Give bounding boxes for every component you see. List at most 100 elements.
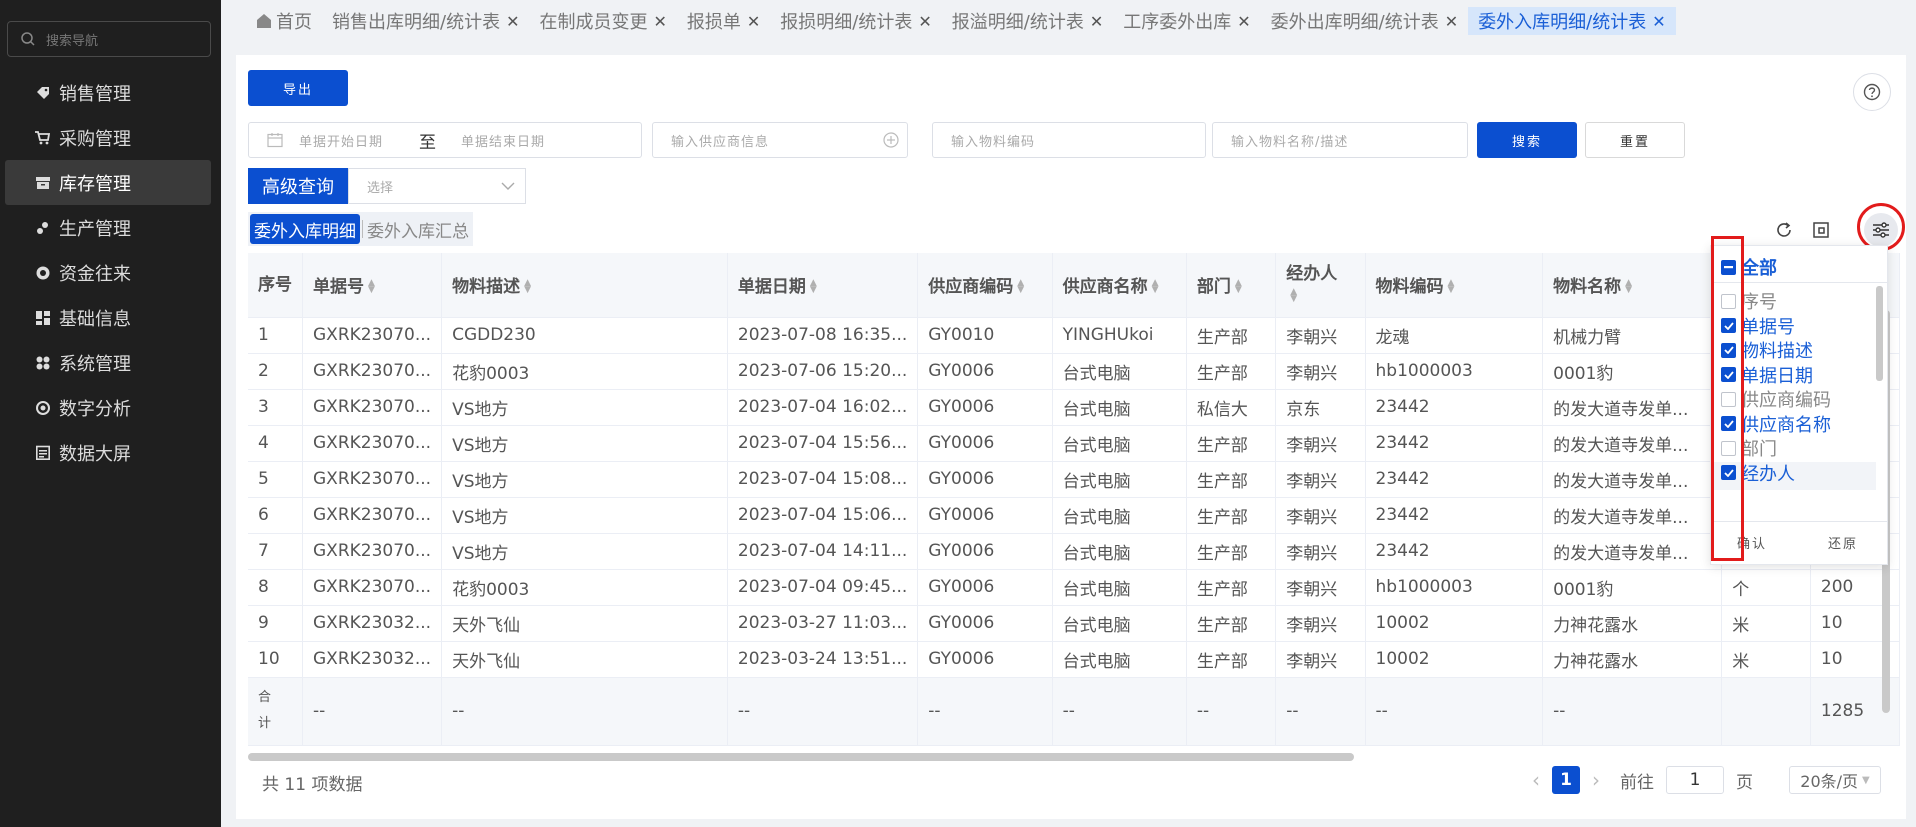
sort-icon[interactable]: ▲ ▼: [1152, 279, 1159, 295]
advanced-query-select[interactable]: 选择: [348, 168, 526, 204]
col-header-handler[interactable]: 经办人 ▲ ▼: [1275, 253, 1366, 318]
col-header-department[interactable]: 部门 ▲ ▼: [1186, 253, 1277, 318]
prev-page-icon[interactable]: ‹: [1532, 768, 1540, 792]
table-cell: GY0006: [917, 353, 1053, 390]
sort-icon[interactable]: ▲ ▼: [1448, 279, 1455, 295]
highlight-rectangle: [1711, 236, 1744, 561]
table-row[interactable]: 10 GXRK23032... 天外飞仙 2023-03-24 13:51... GY0…: [248, 641, 1900, 678]
sidebar-item-analytics[interactable]: 数字分析: [5, 385, 211, 430]
sidebar-item-basic-info[interactable]: 基础信息: [5, 295, 211, 340]
tab-outsource-outbound[interactable]: 委外出库明细/统计表 ✕: [1261, 7, 1468, 35]
col-header-material-name[interactable]: 物料名称 ▲ ▼: [1542, 253, 1723, 318]
table-header: 序号 单据号 ▲ ▼ 物料描述 ▲ ▼ 单据日期 ▲ ▼ 供应商编码 ▲ ▼ 供应商名称 ▲ ▼ 部…: [248, 253, 1900, 318]
table-cell: 23442: [1365, 533, 1544, 570]
export-button[interactable]: 导出: [248, 70, 348, 106]
table-row[interactable]: 7 GXRK23070... VS地方 2023-07-04 14:11... GY00…: [248, 533, 1900, 570]
table-row[interactable]: 1 GXRK23070... CGDD230 2023-07-08 16:35... G…: [248, 317, 1900, 354]
sort-icon[interactable]: ▲ ▼: [524, 279, 531, 295]
tab-overflow-detail[interactable]: 报溢明细/统计表 ✕: [942, 7, 1113, 35]
column-picker-label: 供应商名称: [1741, 414, 1831, 436]
page-number-1[interactable]: 1: [1552, 766, 1580, 794]
tab-label: 委外出库明细/统计表: [1270, 12, 1439, 33]
table-row[interactable]: 4 GXRK23070... VS地方 2023-07-04 15:56... GY00…: [248, 425, 1900, 462]
tab-outsource-inbound[interactable]: 委外入库明细/统计表 ✕: [1468, 7, 1676, 35]
sort-icon[interactable]: ▲ ▼: [810, 279, 817, 295]
tab-label: 报溢明细/统计表: [951, 12, 1084, 33]
close-icon[interactable]: ✕: [918, 12, 931, 31]
table-cell: GXRK23070...: [302, 461, 443, 498]
nav-search-input[interactable]: 搜索导航: [7, 21, 211, 57]
tab-damage-report[interactable]: 报损单 ✕: [677, 7, 770, 35]
sidebar-item-dashboard[interactable]: 数据大屏: [5, 430, 211, 475]
sidebar-item-production[interactable]: 生产管理: [5, 205, 211, 250]
cart-icon: [35, 130, 50, 145]
tab-wip-member-change[interactable]: 在制成员变更 ✕: [529, 7, 676, 35]
sidebar-item-inventory[interactable]: 库存管理: [5, 160, 211, 205]
table-row[interactable]: 3 GXRK23070... VS地方 2023-07-04 16:02... GY00…: [248, 389, 1900, 426]
fullscreen-button[interactable]: [1804, 213, 1838, 247]
col-header-supplier-name[interactable]: 供应商名称 ▲ ▼: [1052, 253, 1187, 318]
sort-icon[interactable]: ▲ ▼: [368, 279, 375, 295]
table-row[interactable]: 6 GXRK23070... VS地方 2023-07-04 15:06... GY00…: [248, 497, 1900, 534]
view-switch: 委外入库明细 委外入库汇总: [248, 212, 473, 246]
sort-icon[interactable]: ▲ ▼: [1625, 279, 1632, 295]
close-icon[interactable]: ✕: [506, 12, 519, 31]
sidebar-item-system[interactable]: 系统管理: [5, 340, 211, 385]
col-header-seq[interactable]: 序号: [248, 253, 303, 318]
help-button[interactable]: [1853, 73, 1891, 111]
sidebar-item-label: 生产管理: [59, 218, 131, 240]
table-cell: 9: [248, 605, 303, 642]
col-header-material-code[interactable]: 物料编码 ▲ ▼: [1365, 253, 1544, 318]
goto-page-input[interactable]: 1: [1666, 766, 1724, 794]
tab-outsource-inbound-summary[interactable]: 委外入库汇总: [363, 214, 473, 244]
next-page-icon[interactable]: ›: [1592, 768, 1600, 792]
search-button[interactable]: 搜索: [1477, 122, 1577, 158]
col-header-supplier-code[interactable]: 供应商编码 ▲ ▼: [917, 253, 1053, 318]
refresh-button[interactable]: [1767, 213, 1801, 247]
tab-outsource-inbound-detail[interactable]: 委外入库明细: [250, 214, 360, 244]
close-icon[interactable]: ✕: [1237, 12, 1250, 31]
tab-home[interactable]: 首页: [247, 7, 322, 35]
material-name-input[interactable]: 输入物料名称/描述: [1212, 122, 1468, 158]
sort-icon[interactable]: ▲ ▼: [1290, 287, 1297, 303]
sort-icon[interactable]: ▲ ▼: [1235, 279, 1242, 295]
close-icon[interactable]: ✕: [653, 12, 666, 31]
sidebar-item-sales[interactable]: 销售管理: [5, 70, 211, 115]
close-icon[interactable]: ✕: [1652, 12, 1665, 31]
tab-process-outsource[interactable]: 工序委外出库 ✕: [1113, 7, 1260, 35]
horizontal-scrollbar[interactable]: [248, 753, 1354, 761]
tab-damage-detail[interactable]: 报损明细/统计表 ✕: [770, 7, 941, 35]
data-table: 序号 单据号 ▲ ▼ 物料描述 ▲ ▼ 单据日期 ▲ ▼ 供应商编码 ▲ ▼ 供应商名称 ▲ ▼ 部…: [248, 253, 1900, 753]
popup-scrollbar[interactable]: [1876, 286, 1883, 381]
supplier-input[interactable]: 输入供应商信息: [652, 122, 908, 158]
table-cell: 23442: [1365, 497, 1544, 534]
table-row[interactable]: 8 GXRK23070... 花豹0003 2023-07-04 09:45... GY…: [248, 569, 1900, 606]
col-header-doc-no[interactable]: 单据号 ▲ ▼: [302, 253, 443, 318]
tab-sales-outbound[interactable]: 销售出库明细/统计表 ✕: [322, 7, 529, 35]
col-header-material-desc[interactable]: 物料描述 ▲ ▼: [441, 253, 728, 318]
table-row[interactable]: 5 GXRK23070... VS地方 2023-07-04 15:08... GY00…: [248, 461, 1900, 498]
table-cell: 2023-07-06 15:20...: [727, 353, 919, 390]
close-icon[interactable]: ✕: [1445, 12, 1458, 31]
sort-icon[interactable]: ▲ ▼: [1017, 279, 1024, 295]
reset-button[interactable]: 重置: [1585, 122, 1685, 158]
table-cell: 2023-03-27 11:03...: [727, 605, 919, 642]
sidebar-item-label: 资金往来: [59, 263, 131, 285]
material-code-placeholder: 输入物料编码: [951, 134, 1036, 150]
total-label-line: 计: [258, 716, 272, 731]
material-code-input[interactable]: 输入物料编码: [932, 122, 1206, 158]
table-row[interactable]: 2 GXRK23070... 花豹0003 2023-07-06 15:20... GY…: [248, 353, 1900, 390]
table-cell: GY0006: [917, 497, 1053, 534]
close-icon[interactable]: ✕: [747, 12, 760, 31]
sidebar-item-funds[interactable]: 资金往来: [5, 250, 211, 295]
col-header-label: 物料编码: [1375, 277, 1444, 298]
col-header-doc-date[interactable]: 单据日期 ▲ ▼: [727, 253, 919, 318]
table-row[interactable]: 9 GXRK23032... 天外飞仙 2023-03-27 11:03... GY00…: [248, 605, 1900, 642]
date-range-picker[interactable]: 单据开始日期 至 单据结束日期: [248, 122, 642, 158]
sidebar-item-purchase[interactable]: 采购管理: [5, 115, 211, 160]
close-icon[interactable]: ✕: [1090, 12, 1103, 31]
restore-button[interactable]: 还原: [1828, 533, 1858, 552]
table-cell: 3: [248, 389, 303, 426]
page-size-select[interactable]: 20条/页 ▼: [1789, 766, 1881, 794]
table-cell: 台式电脑: [1052, 353, 1187, 390]
